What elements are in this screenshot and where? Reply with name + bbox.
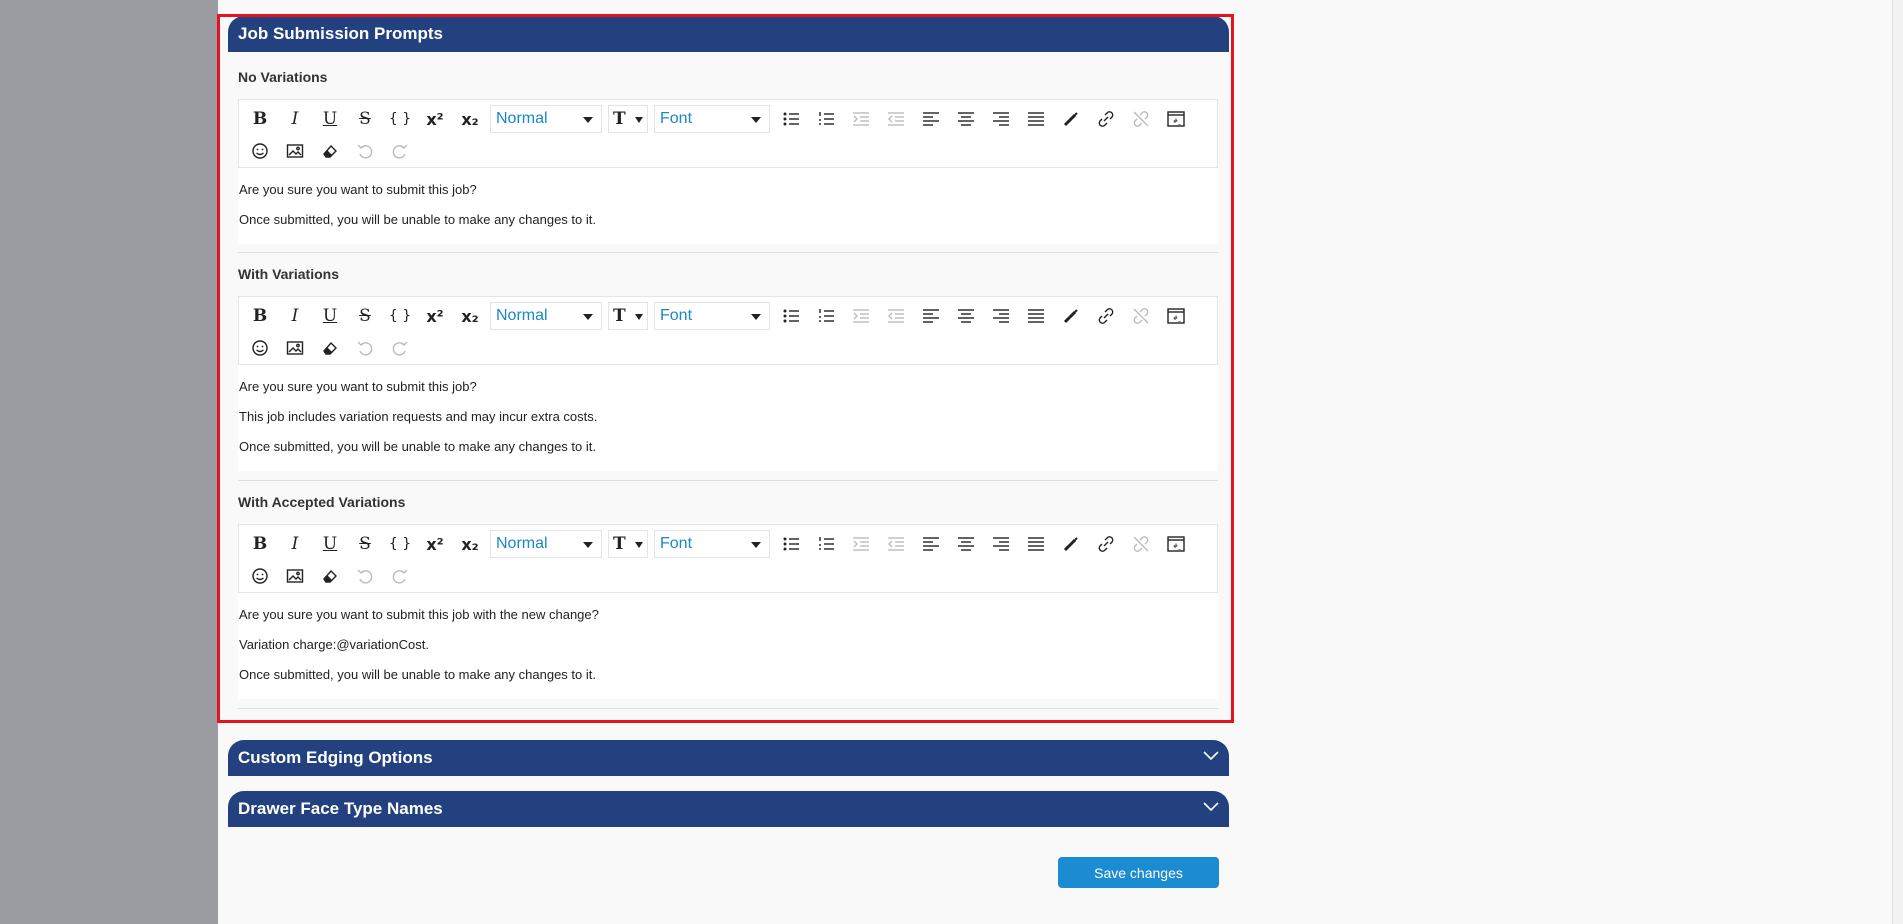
panel-title: Custom Edging Options: [238, 748, 433, 767]
highlight-frame: [217, 14, 1234, 723]
chevron-down-icon: [1203, 751, 1219, 761]
save-button[interactable]: Save changes: [1058, 857, 1219, 888]
page-gutter-left: [0, 0, 218, 924]
panel-header-drawer-face[interactable]: Drawer Face Type Names: [228, 791, 1229, 827]
chevron-down-icon: [1203, 802, 1219, 812]
panel-header-custom-edging[interactable]: Custom Edging Options: [228, 740, 1229, 776]
scrollbar[interactable]: [1892, 0, 1903, 924]
panel-title: Drawer Face Type Names: [238, 799, 443, 818]
